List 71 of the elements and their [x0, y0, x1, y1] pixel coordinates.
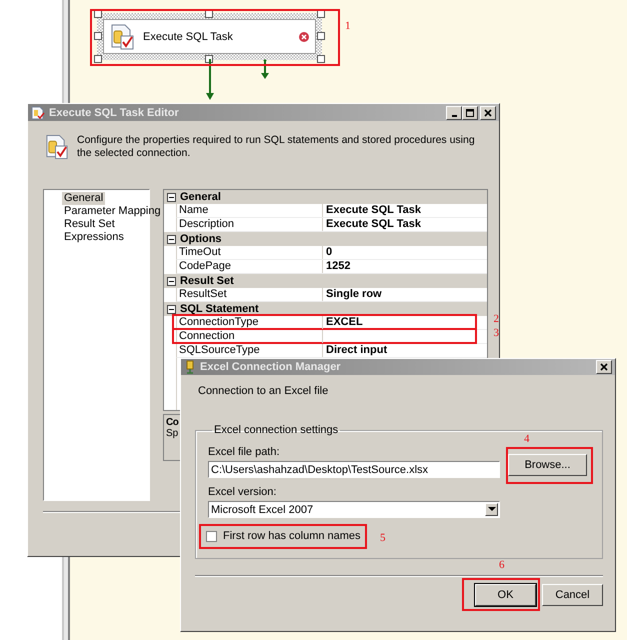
close-button[interactable]: [596, 360, 612, 374]
property-value[interactable]: 0: [326, 246, 332, 258]
description-text: Connection to an Excel file: [198, 385, 330, 397]
category-label: Result Set: [180, 275, 234, 287]
page-item[interactable]: Parameter Mapping: [62, 205, 163, 218]
annotation-number: 6: [499, 559, 504, 571]
browse-button[interactable]: Browse...: [508, 454, 587, 476]
resize-handle[interactable]: [317, 55, 325, 63]
help-title: Co: [166, 417, 178, 428]
window-title: Execute SQL Task Editor: [49, 106, 179, 118]
annotation-number: 4: [524, 433, 530, 445]
property-name: Connection: [177, 330, 323, 343]
collapse-icon[interactable]: [167, 192, 176, 202]
close-button[interactable]: [480, 106, 496, 120]
annotation-number: 1: [345, 20, 350, 32]
collapse-icon[interactable]: [167, 304, 176, 314]
property-value[interactable]: Execute SQL Task: [326, 204, 421, 216]
collapse-icon[interactable]: [167, 234, 176, 244]
resize-handle[interactable]: [317, 32, 325, 40]
caret-icon: [488, 507, 496, 512]
category-label: SQL Statement: [180, 303, 259, 315]
property-name: ResultSet: [177, 288, 323, 301]
plug-icon: [184, 360, 196, 374]
ok-button[interactable]: OK: [475, 584, 536, 606]
cancel-button[interactable]: Cancel: [542, 584, 603, 606]
page-item[interactable]: General: [62, 192, 106, 205]
maximize-button[interactable]: [462, 106, 478, 120]
collapse-icon[interactable]: [167, 276, 176, 286]
property-value[interactable]: Execute SQL Task: [326, 218, 421, 230]
close-icon: [599, 362, 609, 372]
group-title: Excel connection settings: [213, 424, 340, 436]
description-text: Configure the properties required to run SQL statements and stored procedures using the selected connection.: [77, 134, 476, 161]
property-name: ConnectionType: [177, 316, 323, 329]
task-node[interactable]: Execute SQL Task: [103, 19, 316, 54]
task-icon: [31, 106, 45, 120]
maximize-icon: [465, 108, 475, 118]
property-name: SQLSourceType: [177, 344, 323, 357]
close-icon: [483, 108, 493, 118]
property-value[interactable]: Direct input: [326, 344, 388, 356]
task-label: Execute SQL Task: [143, 30, 234, 42]
resize-handle[interactable]: [94, 32, 102, 40]
page-item[interactable]: Result Set: [62, 218, 117, 231]
property-value[interactable]: Single row: [326, 288, 382, 300]
property-name: CodePage: [177, 260, 323, 273]
first-row-checkbox[interactable]: First row has column names: [206, 530, 361, 542]
property-value[interactable]: 1252: [326, 260, 350, 272]
page-item[interactable]: Expressions: [62, 231, 126, 244]
resize-handle[interactable]: [94, 55, 102, 63]
connector-arrow: [206, 59, 214, 100]
version-dropdown[interactable]: Microsoft Excel 2007: [208, 501, 500, 518]
annotation-number: 3: [494, 327, 499, 339]
minimize-button[interactable]: [446, 106, 462, 120]
window-title: Excel Connection Manager: [200, 361, 341, 373]
minimize-icon: [452, 114, 456, 116]
annotation-number: 2: [494, 313, 499, 325]
property-name: Name: [177, 204, 323, 217]
category-label: Options: [180, 233, 222, 245]
file-path-field[interactable]: C:\Users\ashahzad\Desktop\TestSource.xlsx: [208, 461, 500, 478]
property-name: Description: [177, 218, 323, 231]
field-label: Excel version:: [208, 486, 278, 498]
splitter-bar[interactable]: [62, 557, 70, 640]
task-icon: [109, 24, 135, 50]
field-label: Excel file path:: [208, 446, 281, 458]
help-text: Sp: [166, 428, 178, 439]
property-value[interactable]: EXCEL: [326, 316, 363, 328]
task-icon: [44, 134, 69, 160]
property-name: TimeOut: [177, 246, 323, 259]
connector-arrow: [261, 59, 269, 79]
category-label: General: [180, 191, 221, 203]
splitter-bar[interactable]: [62, 0, 70, 103]
annotation-number: 5: [380, 532, 386, 544]
